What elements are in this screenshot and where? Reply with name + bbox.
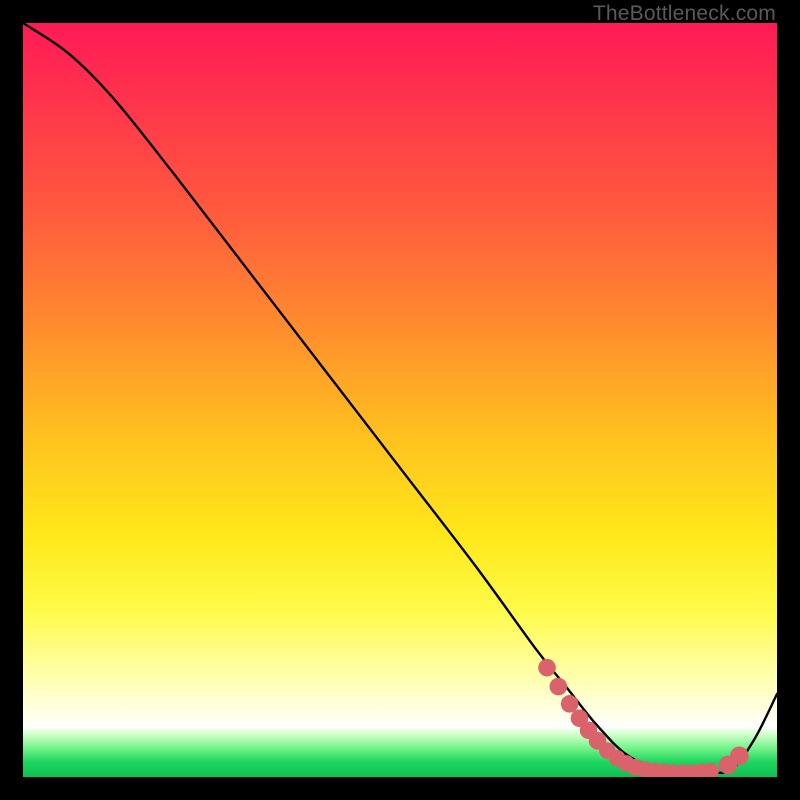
bottleneck-curve [23,23,777,773]
highlight-dot [538,659,556,677]
highlight-dot [730,747,749,766]
plot-area [23,23,777,777]
highlight-dot [550,678,568,696]
highlight-dot [561,695,579,713]
curve-layer [23,23,777,777]
highlight-dots [538,659,748,777]
outer-frame: TheBottleneck.com [0,0,800,800]
